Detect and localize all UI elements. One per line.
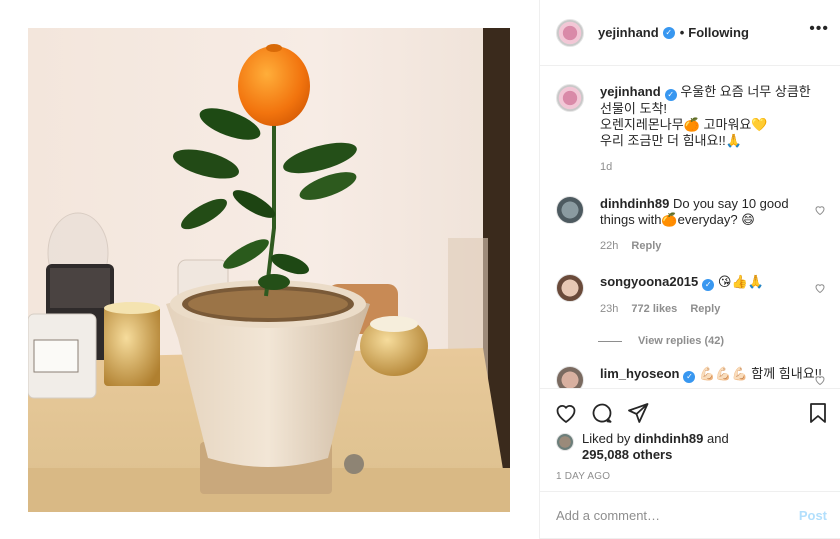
comment-age: 23h bbox=[600, 303, 619, 315]
post-timestamp[interactable]: 1 DAY AGO bbox=[556, 471, 610, 482]
view-replies-link[interactable]: View replies (42) bbox=[598, 335, 724, 347]
caption-line-2: 오렌지레몬나무🍊 고마워요💛 bbox=[600, 117, 768, 132]
likes-text: Liked by dinhdinh89 and 295,088 others bbox=[582, 431, 729, 463]
caption-avatar[interactable] bbox=[556, 84, 584, 112]
post-photo[interactable] bbox=[0, 0, 539, 539]
comment-age: 22h bbox=[600, 240, 619, 252]
comments-list[interactable]: yejinhand ✓ 우울한 요즘 너무 상큼한 선물이 도착! 오렌지레몬나무… bbox=[540, 66, 840, 388]
comment-body: lim_hyoseon ✓ 💪🏻💪🏻💪🏻 함께 힘내요!! bbox=[600, 366, 822, 383]
comment-body: songyoona2015 ✓ 😘👍🙏 23h 772 likes Reply bbox=[600, 274, 822, 317]
instagram-post: yejinhand ✓ • Following ••• yejinhand ✓ 우… bbox=[0, 0, 840, 539]
caption-body: yejinhand ✓ 우울한 요즘 너무 상큼한 선물이 도착! 오렌지레몬나무… bbox=[600, 84, 822, 175]
add-comment-bar: Post bbox=[540, 491, 840, 539]
comment-like-heart-icon[interactable] bbox=[814, 204, 826, 216]
commenter-avatar[interactable] bbox=[556, 196, 584, 224]
author-avatar[interactable] bbox=[556, 18, 584, 47]
following-button[interactable]: Following bbox=[688, 25, 749, 40]
author-username[interactable]: yejinhand bbox=[598, 25, 659, 40]
comment-text: 😘👍🙏 bbox=[717, 274, 764, 289]
post-comment-button[interactable]: Post bbox=[799, 508, 827, 523]
comment-likes[interactable]: 772 likes bbox=[631, 303, 677, 315]
share-icon[interactable] bbox=[626, 401, 650, 425]
comment-icon[interactable] bbox=[590, 401, 614, 425]
heart-icon[interactable] bbox=[554, 401, 578, 425]
likes-summary: Liked by dinhdinh89 and 295,088 others bbox=[556, 431, 826, 463]
verified-badge-icon: ✓ bbox=[664, 89, 677, 101]
commenter-username[interactable]: dinhdinh89 bbox=[600, 196, 669, 211]
commenter-avatar[interactable] bbox=[556, 274, 584, 302]
post-sidebar: yejinhand ✓ • Following ••• yejinhand ✓ 우… bbox=[539, 0, 840, 539]
commenter-avatar[interactable] bbox=[556, 366, 584, 388]
verified-badge-icon: ✓ bbox=[702, 279, 715, 291]
commenter-username[interactable]: lim_hyoseon bbox=[600, 366, 679, 381]
likes-prefix: Liked by bbox=[582, 431, 635, 446]
comment-meta: 22h Reply bbox=[600, 238, 822, 254]
comment-meta: 23h 772 likes Reply bbox=[600, 301, 822, 317]
likes-and: and bbox=[703, 431, 729, 446]
likes-others[interactable]: 295,088 others bbox=[582, 447, 672, 462]
action-icons bbox=[552, 401, 830, 425]
add-comment-input[interactable] bbox=[556, 508, 799, 523]
bookmark-icon[interactable] bbox=[806, 401, 830, 425]
caption-age: 1d bbox=[600, 161, 613, 173]
liker-username[interactable]: dinhdinh89 bbox=[634, 431, 703, 446]
comment-like-heart-icon[interactable] bbox=[814, 282, 826, 294]
view-replies-label: View replies (42) bbox=[638, 335, 725, 347]
caption-line-3: 우리 조금만 더 힘내요!!🙏 bbox=[600, 133, 742, 148]
author-block: yejinhand ✓ • Following bbox=[598, 25, 749, 40]
verified-badge-icon: ✓ bbox=[662, 26, 675, 39]
post-actions: Liked by dinhdinh89 and 295,088 others 1… bbox=[540, 388, 840, 538]
reply-button[interactable]: Reply bbox=[631, 240, 661, 252]
post-header: yejinhand ✓ • Following ••• bbox=[540, 0, 840, 66]
comment-body: dinhdinh89 Do you say 10 good things wit… bbox=[600, 196, 822, 254]
orange-tree-photo bbox=[28, 28, 510, 512]
more-options-icon[interactable]: ••• bbox=[809, 21, 829, 37]
caption-meta: 1d bbox=[600, 159, 822, 175]
commenter-username[interactable]: songyoona2015 bbox=[600, 274, 698, 289]
comment-text: 💪🏻💪🏻💪🏻 함께 힘내요!! bbox=[699, 366, 822, 381]
separator-dot: • bbox=[679, 25, 685, 40]
replies-divider bbox=[598, 340, 622, 342]
verified-badge-icon: ✓ bbox=[683, 371, 696, 383]
comment-like-heart-icon[interactable] bbox=[814, 374, 826, 386]
caption-username[interactable]: yejinhand bbox=[600, 84, 661, 99]
reply-button[interactable]: Reply bbox=[690, 303, 720, 315]
liker-avatar[interactable] bbox=[556, 433, 574, 451]
